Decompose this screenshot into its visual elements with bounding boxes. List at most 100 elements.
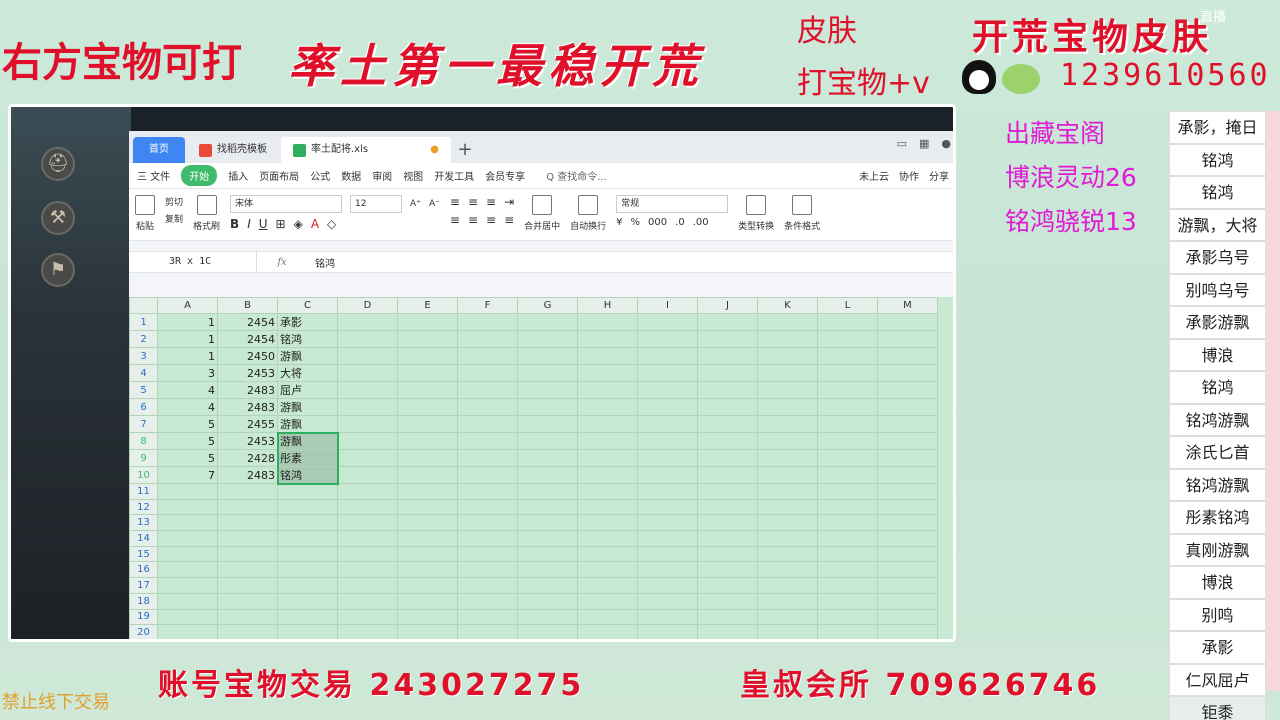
cell-c[interactable] bbox=[277, 592, 338, 610]
cell-empty[interactable] bbox=[338, 640, 398, 642]
cell-empty[interactable] bbox=[877, 415, 938, 433]
currency-icon[interactable]: ¥ bbox=[616, 217, 622, 228]
cell-c[interactable] bbox=[278, 640, 338, 642]
cell-empty[interactable] bbox=[337, 364, 398, 382]
cell-empty[interactable] bbox=[457, 545, 518, 563]
cell-empty[interactable] bbox=[517, 398, 578, 416]
clear-icon[interactable]: ◇ bbox=[327, 217, 336, 231]
cell-empty[interactable] bbox=[337, 432, 398, 450]
cell-c[interactable]: 游飘 bbox=[277, 347, 338, 365]
cell-empty[interactable] bbox=[457, 498, 518, 516]
cell-empty[interactable] bbox=[397, 415, 458, 433]
cell-empty[interactable] bbox=[577, 498, 638, 516]
cell-empty[interactable] bbox=[577, 561, 638, 579]
cell-empty[interactable] bbox=[577, 530, 638, 547]
cell-empty[interactable] bbox=[517, 432, 578, 450]
row-header[interactable]: 5 bbox=[129, 381, 158, 399]
cell-empty[interactable] bbox=[817, 415, 878, 433]
fill-color-icon[interactable]: ◈ bbox=[294, 217, 303, 231]
row-header[interactable]: 9 bbox=[129, 449, 158, 467]
cell-empty[interactable] bbox=[757, 624, 818, 639]
cell-empty[interactable] bbox=[697, 514, 758, 532]
cell-empty[interactable] bbox=[637, 530, 698, 547]
row-header[interactable]: 14 bbox=[129, 530, 158, 547]
cell-empty[interactable] bbox=[757, 483, 818, 500]
cell-empty[interactable] bbox=[637, 330, 698, 348]
formula-input[interactable]: 铭鸿 bbox=[307, 255, 335, 270]
row-header[interactable]: 1 bbox=[129, 313, 158, 331]
cell-empty[interactable] bbox=[757, 561, 818, 579]
align-left-icon[interactable]: ≡ bbox=[450, 213, 460, 227]
cell-a[interactable] bbox=[157, 514, 218, 532]
cell-empty[interactable] bbox=[337, 577, 398, 594]
cell-c[interactable]: 大将 bbox=[277, 364, 338, 382]
cell-b[interactable]: 2450 bbox=[217, 347, 278, 365]
column-header[interactable]: I bbox=[637, 297, 698, 314]
cell-empty[interactable] bbox=[637, 608, 698, 626]
cell-empty[interactable] bbox=[697, 449, 758, 467]
column-header[interactable]: G bbox=[517, 297, 578, 314]
cell-a[interactable]: 4 bbox=[157, 398, 218, 416]
cell-c[interactable] bbox=[277, 608, 338, 626]
tab-home[interactable]: 首页 bbox=[133, 137, 185, 163]
cell-empty[interactable] bbox=[397, 398, 458, 416]
cell-empty[interactable] bbox=[817, 514, 878, 532]
cell-b[interactable]: 2453 bbox=[217, 364, 278, 382]
cell-empty[interactable] bbox=[577, 624, 638, 639]
cell-empty[interactable] bbox=[817, 466, 878, 484]
align-top-icon[interactable]: ≡ bbox=[450, 195, 460, 209]
cell-empty[interactable] bbox=[817, 608, 878, 626]
cell-empty[interactable] bbox=[877, 466, 938, 484]
cell-empty[interactable] bbox=[337, 449, 398, 467]
number-format-select[interactable]: 常规 bbox=[616, 195, 729, 213]
cell-empty[interactable] bbox=[877, 530, 938, 547]
cell-b[interactable]: 2454 bbox=[217, 313, 278, 331]
cell-empty[interactable] bbox=[517, 466, 578, 484]
cell-empty[interactable] bbox=[697, 466, 758, 484]
grow-font-icon[interactable]: A⁺ bbox=[410, 199, 421, 209]
cell-empty[interactable] bbox=[817, 592, 878, 610]
cell-empty[interactable] bbox=[517, 561, 578, 579]
cell-b[interactable]: 2483 bbox=[217, 398, 278, 416]
cell-empty[interactable] bbox=[757, 530, 818, 547]
cell-empty[interactable] bbox=[517, 313, 578, 331]
cell-empty[interactable] bbox=[457, 330, 518, 348]
cell-a[interactable] bbox=[157, 592, 218, 610]
menu-file[interactable]: 三 文件 bbox=[137, 168, 170, 183]
grid-icon[interactable]: ▦ bbox=[919, 137, 929, 150]
cell-c[interactable]: 铭鸿 bbox=[277, 330, 338, 348]
cell-empty[interactable] bbox=[697, 545, 758, 563]
cell-a[interactable] bbox=[157, 483, 218, 500]
cell-empty[interactable] bbox=[877, 577, 938, 594]
cell-empty[interactable] bbox=[697, 347, 758, 365]
cell-empty[interactable] bbox=[517, 608, 578, 626]
cell-empty[interactable] bbox=[457, 561, 518, 579]
cell-empty[interactable] bbox=[397, 449, 458, 467]
cell-empty[interactable] bbox=[457, 466, 518, 484]
cell-empty[interactable] bbox=[877, 398, 938, 416]
menu-data[interactable]: 数据 bbox=[341, 168, 361, 183]
cell-empty[interactable] bbox=[457, 514, 518, 532]
cell-empty[interactable] bbox=[877, 592, 938, 610]
cell-b[interactable] bbox=[217, 577, 278, 594]
cell-empty[interactable] bbox=[457, 364, 518, 382]
cell-empty[interactable] bbox=[697, 530, 758, 547]
column-header[interactable]: E bbox=[397, 297, 458, 314]
cell-empty[interactable] bbox=[517, 545, 578, 563]
thousands-icon[interactable]: 000 bbox=[648, 217, 667, 228]
cell-empty[interactable] bbox=[337, 415, 398, 433]
column-header[interactable]: C bbox=[277, 297, 338, 314]
tools-icon[interactable]: ⚒ bbox=[41, 201, 75, 235]
border-icon[interactable]: ⊞ bbox=[276, 217, 286, 231]
cell-empty[interactable] bbox=[577, 449, 638, 467]
cell-empty[interactable] bbox=[877, 624, 938, 639]
cell-empty[interactable] bbox=[337, 608, 398, 626]
font-size-select[interactable]: 12 bbox=[350, 195, 403, 213]
new-tab-button[interactable]: + bbox=[453, 137, 477, 163]
cell-empty[interactable] bbox=[577, 381, 638, 399]
cell-empty[interactable] bbox=[637, 561, 698, 579]
row-header[interactable]: 17 bbox=[129, 577, 158, 594]
cell-empty[interactable] bbox=[637, 381, 698, 399]
cell-empty[interactable] bbox=[397, 530, 458, 547]
cell-empty[interactable] bbox=[397, 624, 458, 639]
